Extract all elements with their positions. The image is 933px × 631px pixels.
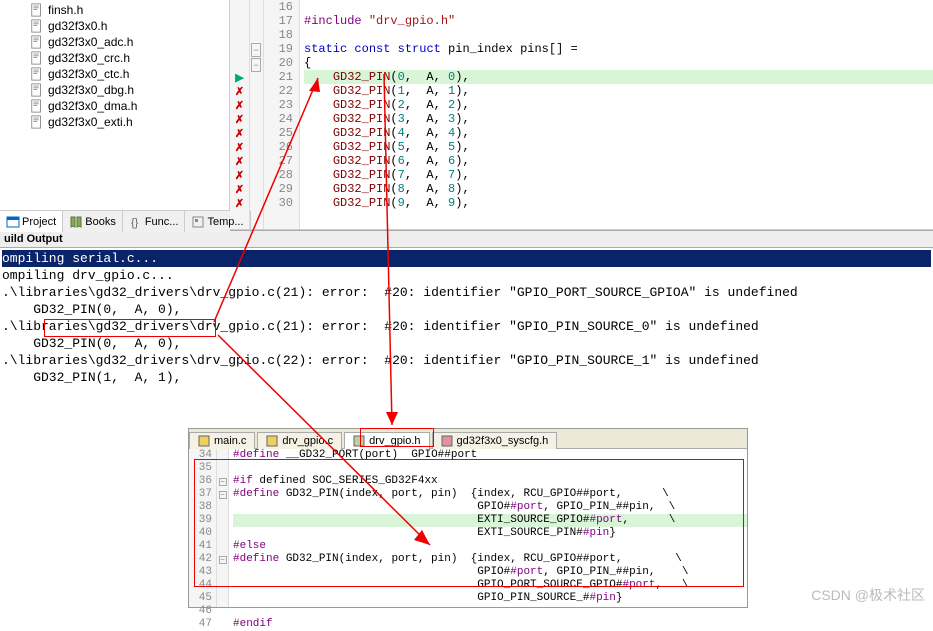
file-tree-item[interactable]: gd32f3x0_exti.h: [2, 114, 227, 130]
project-tab[interactable]: Temp...: [185, 211, 250, 232]
file-name: finsh.h: [48, 3, 83, 17]
file-tree: finsh.h gd32f3x0.h gd32f3x0_adc.h gd32f3x0_…: [0, 0, 230, 229]
h-file-icon: [30, 35, 44, 49]
project-tab[interactable]: Project: [0, 211, 63, 232]
build-output-line[interactable]: GD32_PIN(1, A, 1),: [2, 369, 931, 386]
line-number-gutter: 161718192021222324252627282930: [264, 0, 300, 229]
editor-tab[interactable]: main.c: [189, 432, 255, 449]
build-output[interactable]: ompiling serial.c...ompiling drv_gpio.c.…: [0, 248, 933, 388]
h-file-icon: [30, 115, 44, 129]
watermark: CSDN @极术社区: [811, 585, 925, 605]
file-tree-item[interactable]: finsh.h: [2, 2, 227, 18]
file-type-icon: [441, 435, 453, 447]
project-tab[interactable]: Books: [63, 211, 123, 232]
code-lines[interactable]: #include "drv_gpio.h"static const struct…: [300, 0, 933, 229]
file-type-icon: [198, 435, 210, 447]
file-name: gd32f3x0_ctc.h: [48, 67, 129, 81]
file-name: gd32f3x0_exti.h: [48, 115, 133, 129]
build-output-line[interactable]: GD32_PIN(0, A, 0),: [2, 335, 931, 352]
code-editor: ▶✗✗✗✗✗✗✗✗✗ −− 16171819202122232425262728…: [230, 0, 933, 229]
file-name: gd32f3x0_adc.h: [48, 35, 133, 49]
file-tree-item[interactable]: gd32f3x0.h: [2, 18, 227, 34]
tab-label: Books: [85, 216, 116, 228]
h-file-icon: [30, 83, 44, 97]
project-tabs: ProjectBooks{}Func...Temp...: [0, 210, 230, 232]
editor-tabs: main.cdrv_gpio.cdrv_gpio.hgd32f3x0_syscf…: [189, 429, 747, 449]
file-type-icon: [266, 435, 278, 447]
fold-gutter: −−: [250, 0, 264, 229]
annotation-box-tab: [360, 428, 434, 447]
build-output-line[interactable]: .\libraries\gd32_drivers\drv_gpio.c(21):…: [2, 284, 931, 301]
top-section: finsh.h gd32f3x0.h gd32f3x0_adc.h gd32f3x0_…: [0, 0, 933, 230]
tab-icon: {}: [129, 215, 143, 229]
svg-text:{}: {}: [131, 217, 139, 229]
tab-label: drv_gpio.c: [282, 435, 333, 447]
tab-icon: [191, 215, 205, 229]
tab-label: gd32f3x0_syscfg.h: [457, 435, 549, 447]
file-name: gd32f3x0.h: [48, 19, 107, 33]
tab-icon: [69, 215, 83, 229]
tab-label: Temp...: [207, 216, 243, 228]
build-output-line[interactable]: ompiling drv_gpio.c...: [2, 267, 931, 284]
file-name: gd32f3x0_dbg.h: [48, 83, 134, 97]
annotation-box-code: [194, 459, 744, 587]
bookmark-gutter: ▶✗✗✗✗✗✗✗✗✗: [230, 0, 250, 229]
h-file-icon: [30, 51, 44, 65]
h-file-icon: [30, 19, 44, 33]
editor-tab[interactable]: drv_gpio.c: [257, 432, 342, 449]
file-tree-item[interactable]: gd32f3x0_dma.h: [2, 98, 227, 114]
h-file-icon: [30, 3, 44, 17]
build-output-line[interactable]: GD32_PIN(0, A, 0),: [2, 301, 931, 318]
tab-label: main.c: [214, 435, 246, 447]
file-name: gd32f3x0_dma.h: [48, 99, 137, 113]
tab-icon: [6, 215, 20, 229]
h-file-icon: [30, 99, 44, 113]
build-output-line[interactable]: ompiling serial.c...: [2, 250, 931, 267]
editor-tab[interactable]: gd32f3x0_syscfg.h: [432, 432, 558, 449]
build-output-header: uild Output: [0, 230, 933, 248]
file-tree-item[interactable]: gd32f3x0_adc.h: [2, 34, 227, 50]
build-output-line[interactable]: .\libraries\gd32_drivers\drv_gpio.c(22):…: [2, 352, 931, 369]
file-name: gd32f3x0_crc.h: [48, 51, 130, 65]
file-tree-item[interactable]: gd32f3x0_ctc.h: [2, 66, 227, 82]
project-tab[interactable]: {} Func...: [123, 211, 186, 232]
h-file-icon: [30, 67, 44, 81]
tab-label: Project: [22, 216, 56, 228]
annotation-box-build: [44, 319, 216, 337]
file-tree-item[interactable]: gd32f3x0_dbg.h: [2, 82, 227, 98]
tab-label: Func...: [145, 216, 179, 228]
file-tree-item[interactable]: gd32f3x0_crc.h: [2, 50, 227, 66]
